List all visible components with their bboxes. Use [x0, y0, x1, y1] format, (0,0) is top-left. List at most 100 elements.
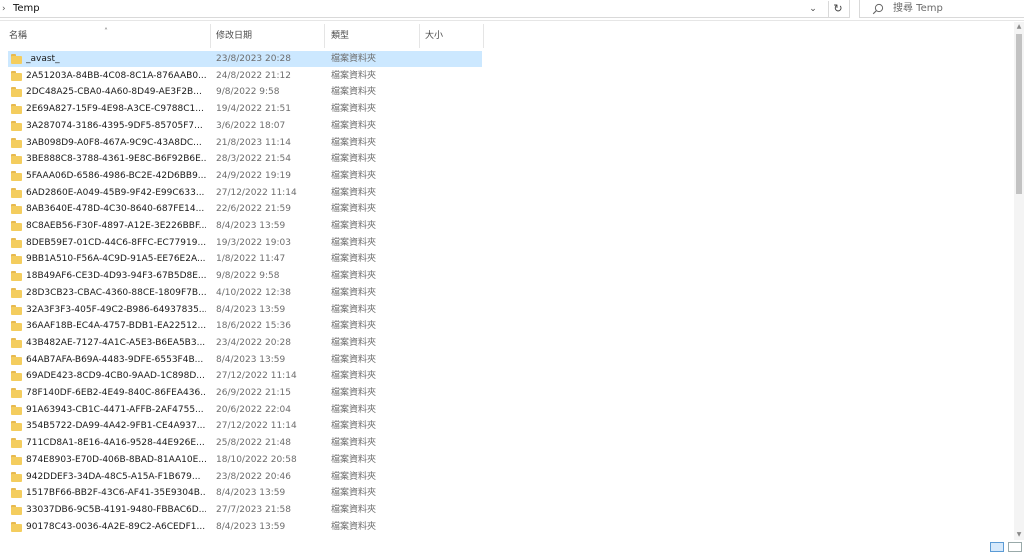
file-row[interactable]: 354B5722-DA99-4A42-9FB1-CE4A937... 27/12/…	[8, 418, 482, 434]
address-path[interactable]: Temp	[13, 3, 40, 15]
file-type: 檔案資料夾	[331, 70, 377, 81]
file-name: 5FAAA06D-6586-4986-BC2E-42D6BB9...	[26, 170, 206, 181]
file-type: 檔案資料夾	[331, 488, 377, 499]
file-row[interactable]: 2E69A827-15F9-4E98-A3CE-C9788C1... 19/4/2…	[8, 101, 482, 117]
file-name: 90178C43-0036-4A2E-89C2-A6CEDF1...	[26, 521, 206, 532]
file-date: 24/9/2022 19:19	[216, 170, 291, 181]
details-view-icon[interactable]	[990, 542, 1004, 552]
file-type: 檔案資料夾	[331, 438, 377, 449]
file-name: 8C8AEB56-F30F-4897-A12E-3E226BBF...	[26, 221, 206, 231]
folder-icon	[11, 488, 22, 499]
file-row[interactable]: 711CD8A1-8E16-4A16-9528-44E926E... 25/8/2…	[8, 435, 482, 451]
file-type: 檔案資料夾	[331, 454, 377, 465]
file-date: 9/8/2022 9:58	[216, 87, 280, 98]
file-row[interactable]: 32A3F3F3-405F-49C2-B986-64937835... 8/4/2…	[8, 302, 482, 318]
file-row[interactable]: 2A51203A-84BB-4C08-8C1A-876AAB0... 24/8/2…	[8, 68, 482, 84]
folder-icon	[11, 421, 22, 432]
file-row[interactable]: 2DC48A25-CBA0-4A60-8D49-AE3F2B... 9/8/202…	[8, 84, 482, 100]
file-name: 32A3F3F3-405F-49C2-B986-64937835...	[26, 304, 206, 315]
file-type: 檔案資料夾	[331, 388, 377, 398]
file-type: 檔案資料夾	[331, 254, 377, 265]
file-row[interactable]: 43B482AE-7127-4A1C-A5E3-B6EA5B3... 23/4/2…	[8, 335, 482, 351]
file-row[interactable]: 33037DB6-9C5B-4191-9480-FBBAC6D... 27/7/2…	[8, 502, 482, 518]
chevron-down-icon[interactable]: ⌄	[806, 2, 820, 16]
file-row[interactable]: 8AB3640E-478D-4C30-8640-687FE14... 22/6/2…	[8, 201, 482, 217]
file-name: 91A63943-CB1C-4471-AFFB-2AF4755...	[26, 404, 204, 415]
vertical-scrollbar[interactable]: ▲ ▼	[1014, 22, 1024, 540]
file-row[interactable]: 3AB098D9-A0F8-467A-9C9C-43A8DC... 21/8/20…	[8, 135, 482, 151]
file-type: 檔案資料夾	[331, 354, 377, 365]
file-type: 檔案資料夾	[331, 304, 377, 315]
folder-icon	[11, 237, 22, 248]
file-row[interactable]: 1517BF66-BB2F-43C6-AF41-35E9304B... 8/4/2…	[8, 485, 482, 501]
file-row[interactable]: _avast_ 23/8/2023 20:28 檔案資料夾	[8, 51, 482, 67]
column-name[interactable]: 名稱 ˄	[0, 24, 211, 48]
large-icons-view-icon[interactable]	[1008, 542, 1022, 552]
address-bar-row: › Temp ⌄ ↻ 搜尋 Temp	[0, 0, 1024, 21]
file-name: 8AB3640E-478D-4C30-8640-687FE14...	[26, 204, 205, 215]
file-row[interactable]: 942DDEF3-34DA-48C5-A15A-F1B679... 23/8/20…	[8, 469, 482, 485]
folder-icon	[11, 521, 22, 532]
file-name: 874E8903-E70D-406B-8BAD-81AA10E...	[26, 454, 206, 465]
file-type: 檔案資料夾	[331, 371, 377, 382]
file-date: 27/7/2023 21:58	[216, 504, 291, 515]
file-date: 8/4/2023 13:59	[216, 304, 286, 315]
file-row[interactable]: 8C8AEB56-F30F-4897-A12E-3E226BBF... 8/4/2…	[8, 218, 482, 234]
file-row[interactable]: 91A63943-CB1C-4471-AFFB-2AF4755... 20/6/2…	[8, 402, 482, 418]
file-row[interactable]: 90178C43-0036-4A2E-89C2-A6CEDF1... 8/4/20…	[8, 519, 482, 535]
search-input[interactable]: 搜尋 Temp	[893, 3, 943, 15]
scroll-up-icon[interactable]: ▲	[1014, 22, 1024, 32]
file-name: 2DC48A25-CBA0-4A60-8D49-AE3F2B...	[26, 87, 202, 98]
refresh-icon[interactable]: ↻	[828, 1, 847, 17]
folder-icon	[11, 170, 22, 181]
scrollbar-thumb[interactable]	[1016, 34, 1022, 194]
file-type: 檔案資料夾	[331, 471, 377, 482]
address-bar[interactable]: › Temp ⌄ ↻	[0, 0, 850, 18]
file-row[interactable]: 64AB7AFA-B69A-4483-9DFE-6553F4B... 8/4/20…	[8, 352, 482, 368]
file-row[interactable]: 6AD2860E-A049-45B9-9F42-E99C633... 27/12/…	[8, 185, 482, 201]
file-name: 33037DB6-9C5B-4191-9480-FBBAC6D...	[26, 504, 206, 515]
file-row[interactable]: 3BE888C8-3788-4361-9E8C-B6F92B6E... 28/3/…	[8, 151, 482, 167]
file-name: 9BB1A510-F56A-4C9D-91A5-EE76E2A...	[26, 254, 206, 265]
file-row[interactable]: 28D3CB23-CBAC-4360-88CE-1809F7B... 4/10/2…	[8, 285, 482, 301]
file-type: 檔案資料夾	[331, 104, 377, 115]
file-type: 檔案資料夾	[331, 137, 377, 148]
scroll-down-icon[interactable]: ▼	[1014, 530, 1024, 540]
search-box[interactable]: 搜尋 Temp	[859, 0, 1024, 18]
column-name-label: 名稱	[9, 31, 28, 41]
file-row[interactable]: 3A287074-3186-4395-9DF5-85705F7... 3/6/20…	[8, 118, 482, 134]
file-type: 檔案資料夾	[331, 421, 377, 432]
file-row[interactable]: 9BB1A510-F56A-4C9D-91A5-EE76E2A... 1/8/20…	[8, 251, 482, 267]
file-type: 檔案資料夾	[331, 404, 377, 415]
file-row[interactable]: 36AAF18B-EC4A-4757-BDB1-EA22512... 18/6/2…	[8, 318, 482, 334]
folder-icon	[11, 304, 22, 315]
file-type: 檔案資料夾	[331, 504, 377, 515]
file-name: 711CD8A1-8E16-4A16-9528-44E926E...	[26, 438, 205, 449]
folder-icon	[11, 54, 22, 64]
column-type[interactable]: 類型	[325, 24, 420, 48]
file-date: 19/4/2022 21:51	[216, 104, 291, 115]
file-type: 檔案資料夾	[331, 321, 377, 332]
file-type: 檔案資料夾	[331, 187, 377, 198]
file-date: 21/8/2023 11:14	[216, 137, 291, 148]
file-name: 36AAF18B-EC4A-4757-BDB1-EA22512...	[26, 321, 206, 332]
file-date: 4/10/2022 12:38	[216, 287, 291, 298]
file-row[interactable]: 18B49AF6-CE3D-4D93-94F3-67B5D8E... 9/8/20…	[8, 268, 482, 284]
file-date: 1/8/2022 11:47	[216, 254, 286, 265]
file-row[interactable]: 874E8903-E70D-406B-8BAD-81AA10E... 18/10/…	[8, 452, 482, 468]
file-type: 檔案資料夾	[331, 54, 377, 64]
file-name: 1517BF66-BB2F-43C6-AF41-35E9304B...	[26, 488, 206, 499]
file-row[interactable]: 69ADE423-8CD9-4CB0-9AAD-1C898D... 27/12/2…	[8, 368, 482, 384]
folder-icon	[11, 137, 22, 148]
file-row[interactable]: 8DEB59E7-01CD-44C6-8FFC-EC77919... 19/3/2…	[8, 235, 482, 251]
column-date[interactable]: 修改日期	[211, 24, 325, 48]
file-row[interactable]: 78F140DF-6EB2-4E49-840C-86FEA436... 26/9/…	[8, 385, 482, 401]
chevron-right-icon[interactable]: ›	[2, 3, 11, 15]
view-toggle	[990, 542, 1024, 553]
column-header: 名稱 ˄ 修改日期 類型 大小	[0, 24, 484, 48]
file-type: 檔案資料夾	[331, 287, 377, 298]
file-row[interactable]: 5FAAA06D-6586-4986-BC2E-42D6BB9... 24/9/2…	[8, 168, 482, 184]
column-size[interactable]: 大小	[420, 24, 484, 48]
file-name: 6AD2860E-A049-45B9-9F42-E99C633...	[26, 187, 205, 198]
file-name: 2A51203A-84BB-4C08-8C1A-876AAB0...	[26, 70, 206, 81]
